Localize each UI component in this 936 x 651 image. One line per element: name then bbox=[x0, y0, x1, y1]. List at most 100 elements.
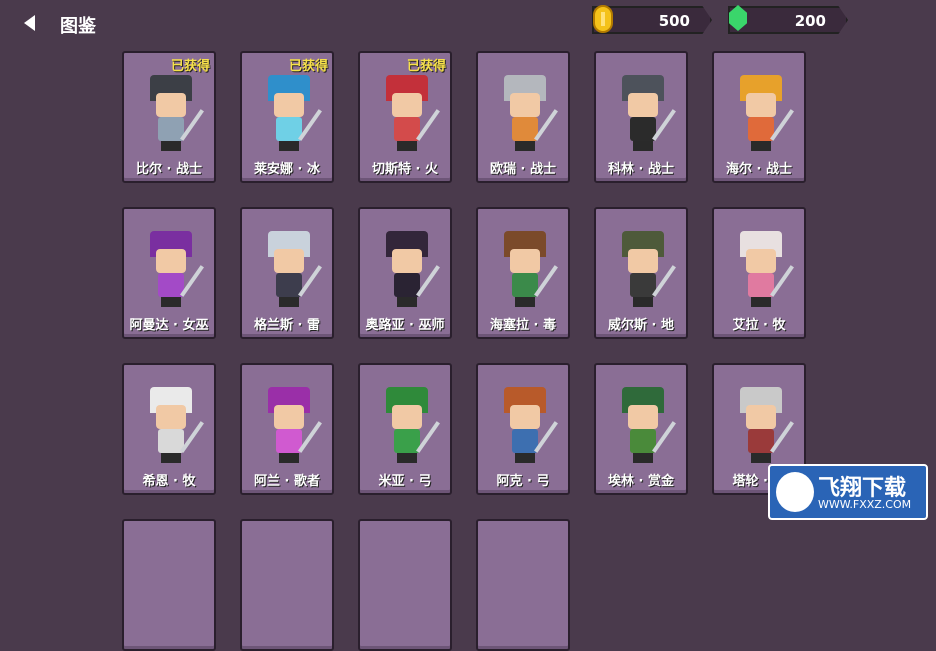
back-arrow-icon[interactable] bbox=[20, 12, 42, 34]
hero-head bbox=[746, 249, 776, 273]
page-title: 图鉴 bbox=[60, 16, 96, 37]
hero-head bbox=[746, 405, 776, 429]
hero-name: 阿克 · 弓 bbox=[496, 474, 550, 489]
hero-card[interactable]: 米亚 · 弓 bbox=[358, 363, 452, 495]
hero-sprite bbox=[262, 387, 322, 465]
hero-name: 威尔斯 · 地 bbox=[608, 318, 674, 333]
hero-legs bbox=[633, 297, 653, 307]
hero-card[interactable]: 希恩 · 牧 bbox=[122, 363, 216, 495]
hero-sprite bbox=[144, 387, 204, 465]
hero-head bbox=[274, 93, 304, 117]
hero-head bbox=[392, 405, 422, 429]
hero-sprite bbox=[144, 75, 204, 153]
hero-head bbox=[392, 249, 422, 273]
hero-name: 比尔 · 战士 bbox=[136, 162, 202, 177]
hero-name: 艾拉 · 牧 bbox=[732, 318, 786, 333]
obtained-badge: 已获得 bbox=[288, 59, 328, 74]
hero-sprite bbox=[380, 231, 440, 309]
hero-card[interactable]: 奥路亚 · 巫师 bbox=[358, 207, 452, 339]
hero-card[interactable]: 海尔 · 战士 bbox=[712, 51, 806, 183]
hero-card[interactable]: 阿兰 · 歌者 bbox=[240, 363, 334, 495]
hero-sprite bbox=[262, 75, 322, 153]
hero-head bbox=[628, 405, 658, 429]
hero-card[interactable] bbox=[240, 519, 334, 651]
hero-card[interactable]: 艾拉 · 牧 bbox=[712, 207, 806, 339]
obtained-badge: 已获得 bbox=[406, 59, 446, 74]
hero-legs bbox=[751, 141, 771, 151]
hero-head bbox=[628, 249, 658, 273]
hero-legs bbox=[279, 141, 299, 151]
gem-value: 200 bbox=[794, 12, 826, 30]
hero-card[interactable]: 威尔斯 · 地 bbox=[594, 207, 688, 339]
hero-card[interactable]: 已获得比尔 · 战士 bbox=[122, 51, 216, 183]
hero-name: 奥路亚 · 巫师 bbox=[365, 318, 445, 333]
hero-sprite bbox=[734, 75, 794, 153]
hero-card[interactable] bbox=[476, 519, 570, 651]
hero-head bbox=[510, 249, 540, 273]
hero-card[interactable]: 阿克 · 弓 bbox=[476, 363, 570, 495]
hero-head bbox=[510, 405, 540, 429]
hero-card[interactable]: 阿曼达 · 女巫 bbox=[122, 207, 216, 339]
watermark-url: WWW.FXXZ.COM bbox=[818, 498, 912, 511]
hero-name: 阿曼达 · 女巫 bbox=[129, 318, 209, 333]
hero-head bbox=[156, 405, 186, 429]
hero-sprite bbox=[498, 387, 558, 465]
hero-legs bbox=[515, 141, 535, 151]
hero-legs bbox=[161, 453, 181, 463]
hero-card[interactable] bbox=[122, 519, 216, 651]
hero-name: 欧瑞 · 战士 bbox=[490, 162, 556, 177]
hero-card[interactable]: 格兰斯 · 雷 bbox=[240, 207, 334, 339]
hero-sprite bbox=[498, 75, 558, 153]
hero-sprite bbox=[144, 231, 204, 309]
hero-card[interactable]: 海塞拉 · 毒 bbox=[476, 207, 570, 339]
hero-head bbox=[392, 93, 422, 117]
hero-card[interactable]: 欧瑞 · 战士 bbox=[476, 51, 570, 183]
obtained-badge: 已获得 bbox=[170, 59, 210, 74]
hero-card[interactable]: 已获得切斯特 · 火 bbox=[358, 51, 452, 183]
coin-icon bbox=[593, 5, 613, 33]
hero-sprite bbox=[734, 231, 794, 309]
hero-head bbox=[274, 249, 304, 273]
hero-name: 海塞拉 · 毒 bbox=[490, 318, 556, 333]
hero-head bbox=[628, 93, 658, 117]
hero-name: 希恩 · 牧 bbox=[142, 474, 196, 489]
hero-card[interactable] bbox=[358, 519, 452, 651]
hero-sprite bbox=[380, 75, 440, 153]
hero-legs bbox=[515, 297, 535, 307]
hero-name: 米亚 · 弓 bbox=[378, 474, 432, 489]
hero-name: 莱安娜 · 冰 bbox=[254, 162, 320, 177]
coin-value: 500 bbox=[658, 12, 690, 30]
watermark-logo: 飞翔下载 WWW.FXXZ.COM bbox=[768, 464, 928, 520]
hero-legs bbox=[397, 453, 417, 463]
hero-name: 阿兰 · 歌者 bbox=[254, 474, 320, 489]
hero-name: 海尔 · 战士 bbox=[726, 162, 792, 177]
hero-name: 格兰斯 · 雷 bbox=[254, 318, 320, 333]
hero-card[interactable]: 科林 · 战士 bbox=[594, 51, 688, 183]
hero-card[interactable]: 埃林 · 赏金 bbox=[594, 363, 688, 495]
hero-sprite bbox=[616, 75, 676, 153]
hero-sprite bbox=[380, 387, 440, 465]
hero-legs bbox=[751, 453, 771, 463]
hero-sprite bbox=[262, 231, 322, 309]
hero-legs bbox=[633, 141, 653, 151]
hero-head bbox=[746, 93, 776, 117]
hero-head bbox=[156, 249, 186, 273]
hero-head bbox=[510, 93, 540, 117]
hero-sprite bbox=[734, 387, 794, 465]
hero-sprite bbox=[616, 387, 676, 465]
hero-sprite bbox=[616, 231, 676, 309]
hero-legs bbox=[279, 297, 299, 307]
hero-card[interactable]: 已获得莱安娜 · 冰 bbox=[240, 51, 334, 183]
watermark-icon bbox=[776, 472, 814, 512]
hero-head bbox=[156, 93, 186, 117]
hero-legs bbox=[515, 453, 535, 463]
hero-name: 埃林 · 赏金 bbox=[608, 474, 674, 489]
hero-head bbox=[274, 405, 304, 429]
hero-legs bbox=[397, 141, 417, 151]
hero-sprite bbox=[498, 231, 558, 309]
hero-legs bbox=[279, 453, 299, 463]
hero-name: 切斯特 · 火 bbox=[372, 162, 438, 177]
hero-legs bbox=[751, 297, 771, 307]
hero-grid: 已获得 比尔 · 战士 已获得 莱安娜 · 冰已获得 切斯特 · 火欧瑞 · 战士 科林 … bbox=[122, 51, 812, 651]
hero-legs bbox=[161, 297, 181, 307]
